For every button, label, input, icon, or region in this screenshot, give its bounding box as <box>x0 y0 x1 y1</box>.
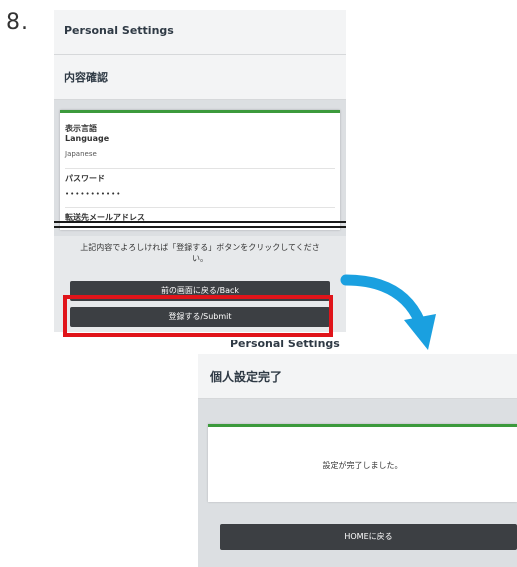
page-title: Personal Settings <box>64 24 174 37</box>
highlight-frame <box>63 295 333 337</box>
peek-title: Personal Settings <box>230 340 340 350</box>
accent-line <box>60 110 340 113</box>
field-password: パスワード ••••••••••• <box>65 168 335 199</box>
step-number: 8. <box>6 10 29 35</box>
subheader-bar: 内容確認 <box>54 55 346 100</box>
result-card: 設定が完了しました。 <box>208 424 517 502</box>
confirm-screen: Personal Settings 内容確認 表示言語 Language Jap… <box>54 10 346 332</box>
page-title: 個人設定完了 <box>210 370 283 384</box>
peek-title-strip: Personal Settings <box>230 340 360 354</box>
field-value: ••••••••••• <box>65 190 122 198</box>
header-bar: 個人設定完了 <box>198 354 517 399</box>
field-label: パスワード <box>65 174 105 183</box>
section-title: 内容確認 <box>64 71 108 84</box>
confirm-message: 上記内容でよろしければ「登録する」ボタンをクリックしてください。 <box>80 243 320 263</box>
cut-line-bottom <box>54 226 346 228</box>
header-bar: Personal Settings <box>54 10 346 55</box>
confirm-card: 表示言語 Language Japanese パスワード •••••••••••… <box>60 110 340 230</box>
cut-line-top <box>54 221 346 223</box>
home-button[interactable]: HOMEに戻る <box>220 524 517 550</box>
complete-message: 設定が完了しました。 <box>322 461 403 470</box>
complete-screen: 個人設定完了 設定が完了しました。 HOMEに戻る <box>198 354 517 567</box>
field-label-ja: 表示言語 <box>65 124 97 133</box>
field-language: 表示言語 Language Japanese <box>65 124 335 159</box>
accent-line <box>208 424 517 427</box>
field-value: Japanese <box>65 150 97 158</box>
field-label-en: Language <box>65 134 110 143</box>
